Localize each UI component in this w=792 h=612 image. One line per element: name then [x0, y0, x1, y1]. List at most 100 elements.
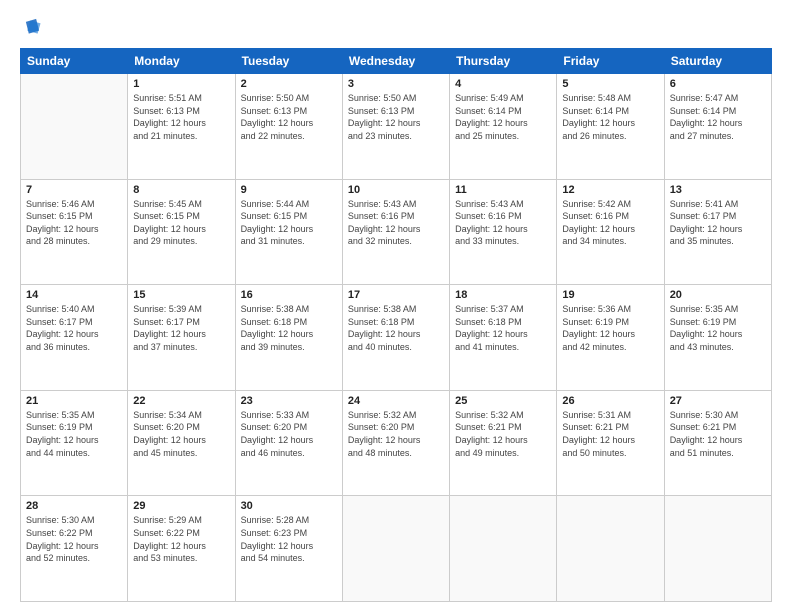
day-number: 22	[133, 395, 229, 407]
day-info: Sunrise: 5:30 AM Sunset: 6:21 PM Dayligh…	[670, 409, 766, 459]
day-info: Sunrise: 5:44 AM Sunset: 6:15 PM Dayligh…	[241, 198, 337, 248]
calendar-cell: 7 Sunrise: 5:46 AM Sunset: 6:15 PM Daylig…	[21, 179, 128, 285]
day-number: 24	[348, 395, 444, 407]
weekday-header-thursday: Thursday	[450, 49, 557, 74]
day-number: 6	[670, 78, 766, 90]
day-number: 4	[455, 78, 551, 90]
header	[20, 18, 772, 38]
day-info: Sunrise: 5:40 AM Sunset: 6:17 PM Dayligh…	[26, 303, 122, 353]
calendar-cell: 21 Sunrise: 5:35 AM Sunset: 6:19 PM Dayli…	[21, 390, 128, 496]
calendar-cell: 8 Sunrise: 5:45 AM Sunset: 6:15 PM Daylig…	[128, 179, 235, 285]
calendar-cell: 19 Sunrise: 5:36 AM Sunset: 6:19 PM Dayli…	[557, 285, 664, 391]
day-number: 7	[26, 184, 122, 196]
day-number: 10	[348, 184, 444, 196]
day-number: 16	[241, 289, 337, 301]
day-number: 3	[348, 78, 444, 90]
day-number: 20	[670, 289, 766, 301]
calendar-cell	[664, 496, 771, 602]
calendar-cell: 15 Sunrise: 5:39 AM Sunset: 6:17 PM Dayli…	[128, 285, 235, 391]
calendar-cell: 23 Sunrise: 5:33 AM Sunset: 6:20 PM Dayli…	[235, 390, 342, 496]
calendar-cell: 9 Sunrise: 5:44 AM Sunset: 6:15 PM Daylig…	[235, 179, 342, 285]
calendar-cell	[21, 74, 128, 180]
calendar-table: SundayMondayTuesdayWednesdayThursdayFrid…	[20, 48, 772, 602]
day-info: Sunrise: 5:50 AM Sunset: 6:13 PM Dayligh…	[348, 92, 444, 142]
day-info: Sunrise: 5:46 AM Sunset: 6:15 PM Dayligh…	[26, 198, 122, 248]
calendar-cell: 28 Sunrise: 5:30 AM Sunset: 6:22 PM Dayli…	[21, 496, 128, 602]
day-info: Sunrise: 5:29 AM Sunset: 6:22 PM Dayligh…	[133, 514, 229, 564]
day-info: Sunrise: 5:30 AM Sunset: 6:22 PM Dayligh…	[26, 514, 122, 564]
day-number: 8	[133, 184, 229, 196]
calendar-cell: 5Sunrise: 5:48 AM Sunset: 6:14 PM Daylig…	[557, 74, 664, 180]
day-number: 28	[26, 500, 122, 512]
calendar-cell: 1 Sunrise: 5:51 AM Sunset: 6:13 PM Daylig…	[128, 74, 235, 180]
calendar-cell: 10 Sunrise: 5:43 AM Sunset: 6:16 PM Dayli…	[342, 179, 449, 285]
weekday-header-sunday: Sunday	[21, 49, 128, 74]
day-number: 9	[241, 184, 337, 196]
weekday-header-row: SundayMondayTuesdayWednesdayThursdayFrid…	[21, 49, 772, 74]
day-number: 14	[26, 289, 122, 301]
day-number: 2	[241, 78, 337, 90]
day-number: 25	[455, 395, 551, 407]
day-info: Sunrise: 5:50 AM Sunset: 6:13 PM Dayligh…	[241, 92, 337, 142]
week-row-5: 28 Sunrise: 5:30 AM Sunset: 6:22 PM Dayli…	[21, 496, 772, 602]
calendar-cell: 26 Sunrise: 5:31 AM Sunset: 6:21 PM Dayli…	[557, 390, 664, 496]
calendar-cell: 11Sunrise: 5:43 AM Sunset: 6:16 PM Dayli…	[450, 179, 557, 285]
day-info: Sunrise: 5:38 AM Sunset: 6:18 PM Dayligh…	[241, 303, 337, 353]
day-info: Sunrise: 5:47 AM Sunset: 6:14 PM Dayligh…	[670, 92, 766, 142]
day-number: 1	[133, 78, 229, 90]
calendar-cell: 18Sunrise: 5:37 AM Sunset: 6:18 PM Dayli…	[450, 285, 557, 391]
calendar-cell: 6 Sunrise: 5:47 AM Sunset: 6:14 PM Daylig…	[664, 74, 771, 180]
weekday-header-friday: Friday	[557, 49, 664, 74]
day-info: Sunrise: 5:32 AM Sunset: 6:21 PM Dayligh…	[455, 409, 551, 459]
day-number: 19	[562, 289, 658, 301]
page: SundayMondayTuesdayWednesdayThursdayFrid…	[0, 0, 792, 612]
day-info: Sunrise: 5:38 AM Sunset: 6:18 PM Dayligh…	[348, 303, 444, 353]
day-info: Sunrise: 5:51 AM Sunset: 6:13 PM Dayligh…	[133, 92, 229, 142]
weekday-header-saturday: Saturday	[664, 49, 771, 74]
day-info: Sunrise: 5:42 AM Sunset: 6:16 PM Dayligh…	[562, 198, 658, 248]
day-info: Sunrise: 5:35 AM Sunset: 6:19 PM Dayligh…	[26, 409, 122, 459]
week-row-1: 1 Sunrise: 5:51 AM Sunset: 6:13 PM Daylig…	[21, 74, 772, 180]
day-number: 23	[241, 395, 337, 407]
day-info: Sunrise: 5:28 AM Sunset: 6:23 PM Dayligh…	[241, 514, 337, 564]
weekday-header-wednesday: Wednesday	[342, 49, 449, 74]
day-info: Sunrise: 5:33 AM Sunset: 6:20 PM Dayligh…	[241, 409, 337, 459]
day-info: Sunrise: 5:39 AM Sunset: 6:17 PM Dayligh…	[133, 303, 229, 353]
day-info: Sunrise: 5:37 AM Sunset: 6:18 PM Dayligh…	[455, 303, 551, 353]
calendar-cell: 3 Sunrise: 5:50 AM Sunset: 6:13 PM Daylig…	[342, 74, 449, 180]
calendar-cell: 13Sunrise: 5:41 AM Sunset: 6:17 PM Dayli…	[664, 179, 771, 285]
week-row-3: 14 Sunrise: 5:40 AM Sunset: 6:17 PM Dayli…	[21, 285, 772, 391]
calendar-cell: 16 Sunrise: 5:38 AM Sunset: 6:18 PM Dayli…	[235, 285, 342, 391]
calendar-cell: 12 Sunrise: 5:42 AM Sunset: 6:16 PM Dayli…	[557, 179, 664, 285]
day-number: 12	[562, 184, 658, 196]
calendar-cell: 29Sunrise: 5:29 AM Sunset: 6:22 PM Dayli…	[128, 496, 235, 602]
weekday-header-tuesday: Tuesday	[235, 49, 342, 74]
day-number: 21	[26, 395, 122, 407]
calendar-cell: 14 Sunrise: 5:40 AM Sunset: 6:17 PM Dayli…	[21, 285, 128, 391]
calendar-cell	[450, 496, 557, 602]
day-info: Sunrise: 5:45 AM Sunset: 6:15 PM Dayligh…	[133, 198, 229, 248]
day-info: Sunrise: 5:35 AM Sunset: 6:19 PM Dayligh…	[670, 303, 766, 353]
day-number: 17	[348, 289, 444, 301]
calendar-cell: 20 Sunrise: 5:35 AM Sunset: 6:19 PM Dayli…	[664, 285, 771, 391]
day-info: Sunrise: 5:48 AM Sunset: 6:14 PM Dayligh…	[562, 92, 658, 142]
week-row-2: 7 Sunrise: 5:46 AM Sunset: 6:15 PM Daylig…	[21, 179, 772, 285]
day-number: 26	[562, 395, 658, 407]
day-info: Sunrise: 5:31 AM Sunset: 6:21 PM Dayligh…	[562, 409, 658, 459]
weekday-header-monday: Monday	[128, 49, 235, 74]
calendar-cell: 4 Sunrise: 5:49 AM Sunset: 6:14 PM Daylig…	[450, 74, 557, 180]
calendar-cell: 2 Sunrise: 5:50 AM Sunset: 6:13 PM Daylig…	[235, 74, 342, 180]
calendar-cell: 27 Sunrise: 5:30 AM Sunset: 6:21 PM Dayli…	[664, 390, 771, 496]
calendar-cell	[342, 496, 449, 602]
day-info: Sunrise: 5:49 AM Sunset: 6:14 PM Dayligh…	[455, 92, 551, 142]
day-info: Sunrise: 5:43 AM Sunset: 6:16 PM Dayligh…	[455, 198, 551, 248]
day-info: Sunrise: 5:41 AM Sunset: 6:17 PM Dayligh…	[670, 198, 766, 248]
week-row-4: 21 Sunrise: 5:35 AM Sunset: 6:19 PM Dayli…	[21, 390, 772, 496]
calendar-cell: 25 Sunrise: 5:32 AM Sunset: 6:21 PM Dayli…	[450, 390, 557, 496]
day-info: Sunrise: 5:36 AM Sunset: 6:19 PM Dayligh…	[562, 303, 658, 353]
logo	[20, 18, 46, 38]
day-number: 15	[133, 289, 229, 301]
day-number: 27	[670, 395, 766, 407]
day-info: Sunrise: 5:43 AM Sunset: 6:16 PM Dayligh…	[348, 198, 444, 248]
logo-icon	[20, 16, 42, 38]
